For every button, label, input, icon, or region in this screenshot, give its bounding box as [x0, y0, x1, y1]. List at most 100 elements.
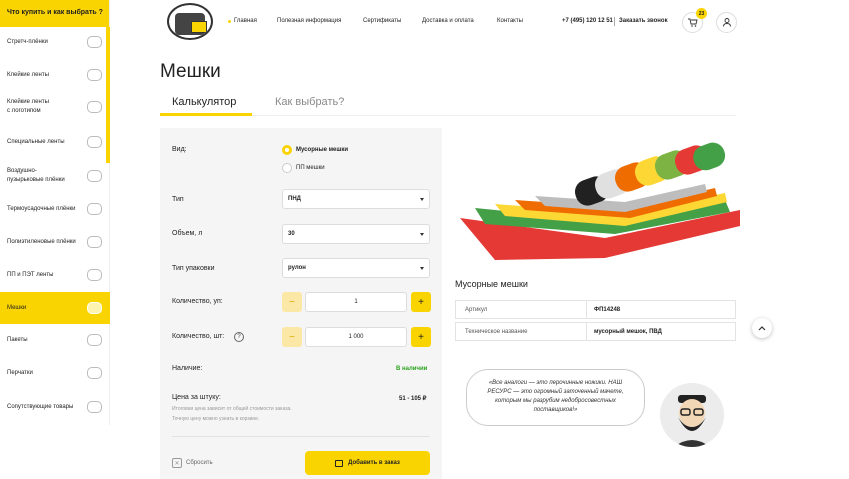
radio-garbage-bags[interactable] — [282, 145, 292, 155]
qty-pcs-input[interactable]: 1 000 — [305, 327, 407, 347]
logo-box — [191, 21, 207, 33]
bearded-man-icon — [674, 395, 710, 447]
nav-delivery[interactable]: Доставка и оплата — [422, 18, 474, 24]
spec-divider — [586, 323, 587, 340]
calc-divider — [172, 436, 430, 437]
qty-pcs-plus-button[interactable]: + — [411, 327, 431, 347]
logo-tape-icon — [87, 101, 102, 113]
user-icon — [722, 18, 731, 27]
account-button[interactable] — [716, 12, 737, 33]
mascot-avatar — [660, 383, 724, 447]
sidebar-item[interactable]: Пакеты — [0, 329, 110, 351]
spec-row-article: Артикул ФП14248 — [455, 300, 736, 319]
sidebar-item[interactable]: Сопутствующие товары — [0, 396, 110, 418]
nav-contacts[interactable]: Контакты — [497, 18, 523, 24]
nav-active-dot — [228, 20, 231, 23]
pe-film-icon — [87, 236, 102, 248]
nav-certificates[interactable]: Сертификаты — [363, 18, 401, 24]
kind-label: Вид: — [172, 146, 187, 153]
sidebar-item[interactable]: Специальные ленты — [0, 131, 110, 153]
product-image — [460, 142, 740, 260]
radio-pp-bags[interactable] — [282, 163, 292, 173]
sidebar-item-label: Клейкие ленты с логотипом — [7, 99, 49, 114]
pack-select-value: рулон — [288, 265, 306, 271]
type-select[interactable]: ПНД — [282, 189, 430, 209]
tape-icon — [87, 69, 102, 81]
bags-icon — [87, 302, 102, 314]
stock-status: В наличии — [396, 366, 428, 372]
header-divider — [614, 17, 615, 26]
reset-button[interactable]: Сбросить — [186, 460, 213, 466]
close-icon[interactable]: ✕ — [172, 458, 182, 468]
sidebar-item[interactable]: Полиэтиленовые плёнки — [0, 231, 110, 253]
sidebar-item[interactable]: Стретч-плёнки — [0, 31, 110, 53]
quote-bubble: «Все аналоги — это перочинные ножики. НА… — [466, 369, 645, 426]
tools-icon — [87, 401, 102, 413]
type-label: Тип — [172, 196, 184, 203]
tab-active-underline — [160, 113, 252, 116]
chevron-down-icon — [420, 198, 424, 201]
sidebar-item-label: Полиэтиленовые плёнки — [7, 238, 76, 245]
price-label: Цена за штуку: — [172, 394, 221, 401]
price-value: 51 - 105 ₽ — [399, 396, 427, 402]
volume-select[interactable]: 30 — [282, 224, 430, 244]
tab-calculator[interactable]: Калькулятор — [172, 96, 236, 108]
tab-how-to-choose[interactable]: Как выбрать? — [275, 96, 344, 108]
type-select-value: ПНД — [288, 196, 301, 202]
radio-pp-bags-label[interactable]: ПП мешки — [296, 165, 325, 171]
sidebar-item-label: Перчатки — [7, 369, 33, 376]
spec-divider — [586, 301, 587, 318]
pack-label: Тип упаковки — [172, 265, 215, 272]
product-title: Мусорные мешки — [455, 279, 528, 289]
sidebar-item-label: Сопутствующие товары — [7, 403, 74, 410]
sidebar-item-label: Пакеты — [7, 336, 28, 343]
spec-value: ФП14248 — [594, 307, 621, 313]
qty-pack-input[interactable]: 1 — [305, 292, 407, 312]
shrink-film-icon — [87, 203, 102, 215]
add-to-order-button[interactable]: Добавить в заказ — [305, 451, 430, 475]
bubble-wrap-icon — [87, 170, 102, 182]
qty-pcs-minus-button[interactable]: − — [282, 327, 302, 347]
special-tape-icon — [87, 136, 102, 148]
price-note-1: Итоговая цена зависит от общей стоимости… — [172, 406, 292, 412]
pack-select[interactable]: рулон — [282, 258, 430, 278]
sidebar-item-label: Стретч-плёнки — [7, 38, 48, 45]
sidebar-item-label: Специальные ленты — [7, 138, 65, 145]
spec-row-tech-name: Техническое название мусорный мешок, ПВД — [455, 322, 736, 341]
sidebar-item[interactable]: Термоусадочные плёнки — [0, 198, 110, 220]
spec-key: Техническое название — [465, 329, 528, 335]
sidebar-item-label: ПП и ПЭТ ленты — [7, 271, 54, 278]
nav-useful-info[interactable]: Полезная информация — [277, 18, 341, 24]
chevron-up-icon — [758, 326, 766, 331]
scroll-to-top-button[interactable] — [752, 318, 772, 338]
sidebar-item-label: Клейкие ленты — [7, 71, 49, 78]
qty-pack-plus-button[interactable]: + — [411, 292, 431, 312]
stock-label: Наличие: — [172, 365, 203, 372]
qty-pack-minus-button[interactable]: − — [282, 292, 302, 312]
site-logo[interactable] — [167, 3, 213, 40]
spec-key: Артикул — [465, 307, 488, 313]
cart-count-badge: 23 — [696, 8, 707, 19]
sidebar-item[interactable]: Клейкие ленты — [0, 64, 110, 86]
help-icon[interactable]: ? — [234, 332, 244, 342]
sidebar-item[interactable]: Мешки — [0, 292, 110, 324]
radio-garbage-bags-label[interactable]: Мусорные мешки — [296, 147, 348, 153]
sidebar-item-label: Термоусадочные плёнки — [7, 205, 76, 212]
phone-number[interactable]: +7 (495) 120 12 51 — [562, 18, 613, 24]
stretch-film-icon — [87, 36, 102, 48]
sidebar-item[interactable]: Перчатки — [0, 362, 110, 384]
sidebar-item-label: Мешки — [7, 304, 27, 311]
sidebar-item[interactable]: ПП и ПЭТ ленты — [0, 264, 110, 286]
sidebar-header[interactable]: Что купить и как выбрать ? — [0, 0, 109, 27]
qty-pack-label: Количество, уп: — [172, 298, 223, 305]
volume-label: Объем, л — [172, 230, 203, 237]
callback-link[interactable]: Заказать звонок — [619, 18, 668, 24]
nav-home[interactable]: Главная — [234, 18, 257, 24]
qty-pcs-label: Количество, шт: — [172, 333, 225, 340]
packets-icon — [87, 334, 102, 346]
sidebar-item[interactable]: Клейкие ленты с логотипом — [0, 92, 110, 122]
sidebar-item[interactable]: Воздушно- пузырьковые плёнки — [0, 161, 110, 191]
cart-icon — [335, 459, 344, 467]
chevron-down-icon — [420, 267, 424, 270]
cart-icon — [687, 18, 698, 27]
